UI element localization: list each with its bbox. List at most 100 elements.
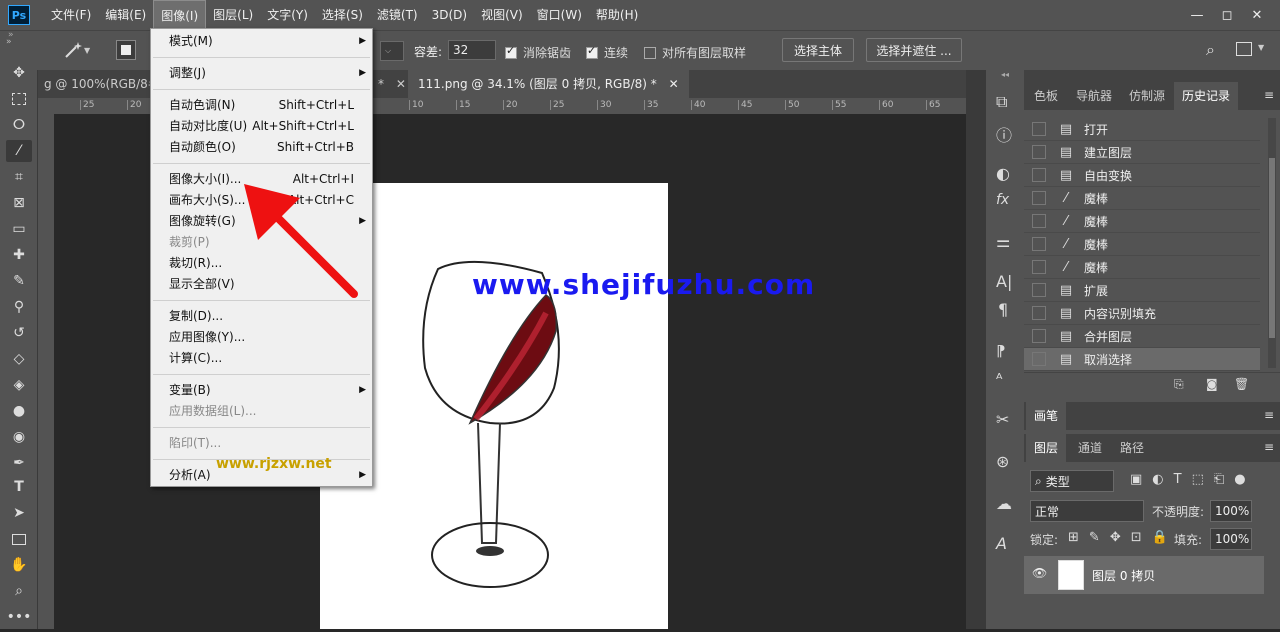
frame-tool-icon[interactable]: ⊠ (6, 192, 32, 214)
layer-row[interactable]: 👁 图层 0 拷贝 (1024, 556, 1264, 594)
minimize-button[interactable]: — (1182, 4, 1212, 26)
menu-2[interactable]: 图像(I) (153, 0, 207, 30)
type-filter-icon[interactable]: T (1174, 472, 1182, 487)
contiguous-checkbox[interactable] (586, 44, 598, 59)
history-snapshot-checkbox[interactable] (1032, 168, 1046, 182)
glyphs-icon[interactable]: A (996, 534, 1007, 553)
chevron-down-icon[interactable]: ▼ (1258, 43, 1264, 52)
sample-size-select[interactable]: ⌵ (380, 41, 404, 61)
history-item[interactable]: ⁄ 魔棒 (1024, 210, 1260, 233)
filter-toggle-icon[interactable]: ● (1234, 472, 1245, 487)
clone-stamp-icon[interactable]: ⚲ (6, 296, 32, 318)
history-item[interactable]: ▤ 建立图层 (1024, 141, 1260, 164)
history-snapshot-checkbox[interactable] (1032, 329, 1046, 343)
history-item[interactable]: ⁄ 魔棒 (1024, 187, 1260, 210)
sample-all-layers-option[interactable]: 对所有图层取样 (644, 44, 746, 61)
toolbar-collapse-icon[interactable]: » (8, 30, 14, 40)
camera-icon[interactable]: ◙ (1206, 377, 1218, 391)
image-menu-item[interactable]: 计算(C)... (151, 348, 372, 369)
3d-icon[interactable]: ⧉ (996, 92, 1007, 112)
sample-all-layers-checkbox[interactable] (644, 46, 656, 59)
workspace-icon[interactable] (1236, 42, 1252, 56)
eye-icon[interactable]: 👁 (1032, 566, 1047, 580)
history-item[interactable]: ▤ 打开 (1024, 118, 1260, 141)
more-tools-icon[interactable]: ••• (6, 606, 32, 628)
image-menu-item[interactable]: 应用图像(Y)... (151, 327, 372, 348)
blur-tool-icon[interactable]: ● (6, 400, 32, 422)
select-subject-button[interactable]: 选择主体 (782, 38, 854, 62)
path-selection-icon[interactable]: ➤ (6, 502, 32, 524)
image-menu-item[interactable]: 变量(B) ▶ (151, 380, 372, 401)
paragraph-styles-icon[interactable]: ⁋ (996, 342, 1006, 360)
panel-menu-icon[interactable]: ≡ (1264, 408, 1274, 422)
rectangle-tool-icon[interactable] (6, 528, 32, 550)
smart-filter-icon[interactable]: ⎗ (1214, 472, 1224, 487)
tolerance-input[interactable]: 32 (448, 40, 496, 60)
eraser-tool-icon[interactable]: ◇ (6, 348, 32, 370)
tools-icon[interactable]: ✂ (996, 410, 1009, 429)
history-item[interactable]: ▤ 扩展 (1024, 279, 1260, 302)
marquee-tool-icon[interactable] (6, 88, 32, 110)
trash-icon[interactable]: 🗑 (1234, 377, 1249, 391)
brush-settings-icon[interactable]: ⚌ (996, 232, 1010, 251)
paragraph-icon[interactable]: ¶ (998, 300, 1008, 319)
image-menu-item[interactable]: 模式(M) ▶ (151, 31, 372, 52)
tool-preset-picker[interactable]: ▼ (62, 39, 98, 61)
scrollbar-thumb[interactable] (1269, 158, 1275, 338)
history-snapshot-checkbox[interactable] (1032, 237, 1046, 251)
lasso-tool-icon[interactable]: ⵔ (6, 114, 32, 136)
close-window-button[interactable]: ✕ (1242, 4, 1272, 26)
dodge-tool-icon[interactable]: ◉ (6, 426, 32, 448)
type-tool-icon[interactable]: T (6, 476, 32, 498)
zoom-tool-icon[interactable]: ⌕ (6, 580, 32, 602)
lock-all-icon[interactable]: 🔒 (1152, 530, 1168, 545)
tab-brush[interactable]: 画笔 (1026, 402, 1067, 430)
new-selection-button[interactable] (116, 40, 136, 60)
character-icon[interactable]: A| (996, 272, 1012, 291)
tab-paths[interactable]: 路径 (1112, 434, 1152, 462)
ruler-tool-icon[interactable]: ▭ (6, 218, 32, 240)
info-icon[interactable]: ⓘ (996, 122, 1012, 146)
history-item[interactable]: ▤ 自由变换 (1024, 164, 1260, 187)
antialias-checkbox[interactable] (505, 44, 517, 59)
tab-layers[interactable]: 图层 (1026, 434, 1067, 462)
maximize-button[interactable]: ◻ (1212, 4, 1242, 26)
fill-input[interactable]: 100% (1210, 528, 1252, 550)
history-item[interactable]: ⁄ 魔棒 (1024, 256, 1260, 279)
history-snapshot-checkbox[interactable] (1032, 214, 1046, 228)
lock-transparency-icon[interactable]: ⊞ (1068, 530, 1079, 545)
blend-mode-select[interactable]: 正常 (1030, 500, 1144, 522)
image-menu-item[interactable]: 调整(J) ▶ (151, 63, 372, 84)
menu-10[interactable]: 帮助(H) (589, 0, 645, 30)
lock-pixels-icon[interactable]: ✎ (1089, 530, 1100, 545)
character-styles-icon[interactable]: ᴬ (996, 370, 1002, 388)
search-icon[interactable]: ⌕ (1206, 40, 1215, 60)
channels-icon[interactable]: ⊛ (996, 452, 1009, 471)
paint-bucket-icon[interactable]: ◈ (6, 374, 32, 396)
lock-position-icon[interactable]: ✥ (1110, 530, 1121, 545)
image-filter-icon[interactable]: ▣ (1130, 472, 1142, 487)
history-scrollbar[interactable] (1268, 118, 1276, 368)
image-menu-item[interactable]: 自动对比度(U) Alt+Shift+Ctrl+L (151, 116, 372, 137)
history-item[interactable]: ▤ 内容识别填充 (1024, 302, 1260, 325)
history-snapshot-checkbox[interactable] (1032, 145, 1046, 159)
brush-tool-icon[interactable]: ✎ (6, 270, 32, 292)
menu-1[interactable]: 编辑(E) (98, 0, 153, 30)
history-snapshot-checkbox[interactable] (1032, 283, 1046, 297)
menu-3[interactable]: 图层(L) (206, 0, 260, 30)
healing-brush-icon[interactable]: ✚ (6, 244, 32, 266)
tab-navigator[interactable]: 导航器 (1068, 82, 1120, 110)
magic-wand-tool-icon[interactable]: ⁄ (6, 140, 32, 162)
new-snapshot-icon[interactable]: ⎘ (1174, 377, 1184, 392)
doc-tab-active[interactable]: 111.png @ 34.1% (图层 0 拷贝, RGB/8) * ✕ (408, 70, 689, 98)
tab-clone-source[interactable]: 仿制源 (1121, 82, 1173, 110)
adjustments-icon[interactable]: ◐ (996, 164, 1010, 183)
close-icon[interactable]: ✕ (669, 77, 679, 91)
tab-history[interactable]: 历史记录 (1174, 82, 1239, 110)
image-menu-item[interactable]: 自动颜色(O) Shift+Ctrl+B (151, 137, 372, 158)
tab-swatches[interactable]: 色板 (1026, 82, 1066, 110)
opacity-input[interactable]: 100% (1210, 500, 1252, 522)
menu-4[interactable]: 文字(Y) (260, 0, 315, 30)
collapse-icon[interactable]: ◂◂ (986, 70, 1024, 84)
hand-tool-icon[interactable]: ✋ (6, 554, 32, 576)
